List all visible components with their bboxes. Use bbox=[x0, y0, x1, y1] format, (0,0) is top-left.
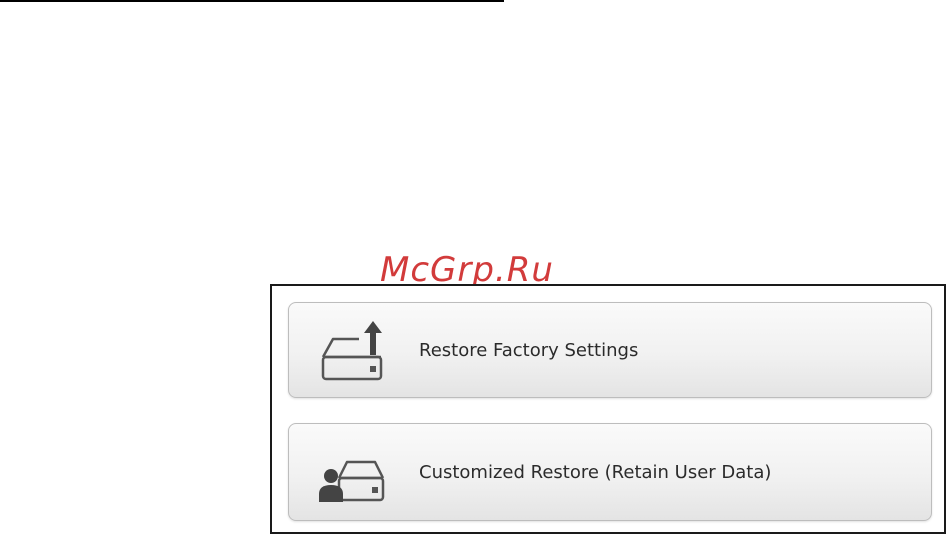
drive-upload-icon bbox=[317, 321, 387, 381]
restore-factory-settings-button[interactable]: Restore Factory Settings bbox=[288, 302, 932, 398]
customized-restore-label: Customized Restore (Retain User Data) bbox=[419, 461, 772, 483]
restore-options-panel: Restore Factory Settings Customized Rest… bbox=[270, 284, 946, 534]
restore-factory-settings-label: Restore Factory Settings bbox=[419, 339, 639, 361]
customized-restore-button[interactable]: Customized Restore (Retain User Data) bbox=[288, 423, 932, 521]
drive-user-icon bbox=[317, 442, 387, 502]
top-divider bbox=[0, 0, 504, 2]
